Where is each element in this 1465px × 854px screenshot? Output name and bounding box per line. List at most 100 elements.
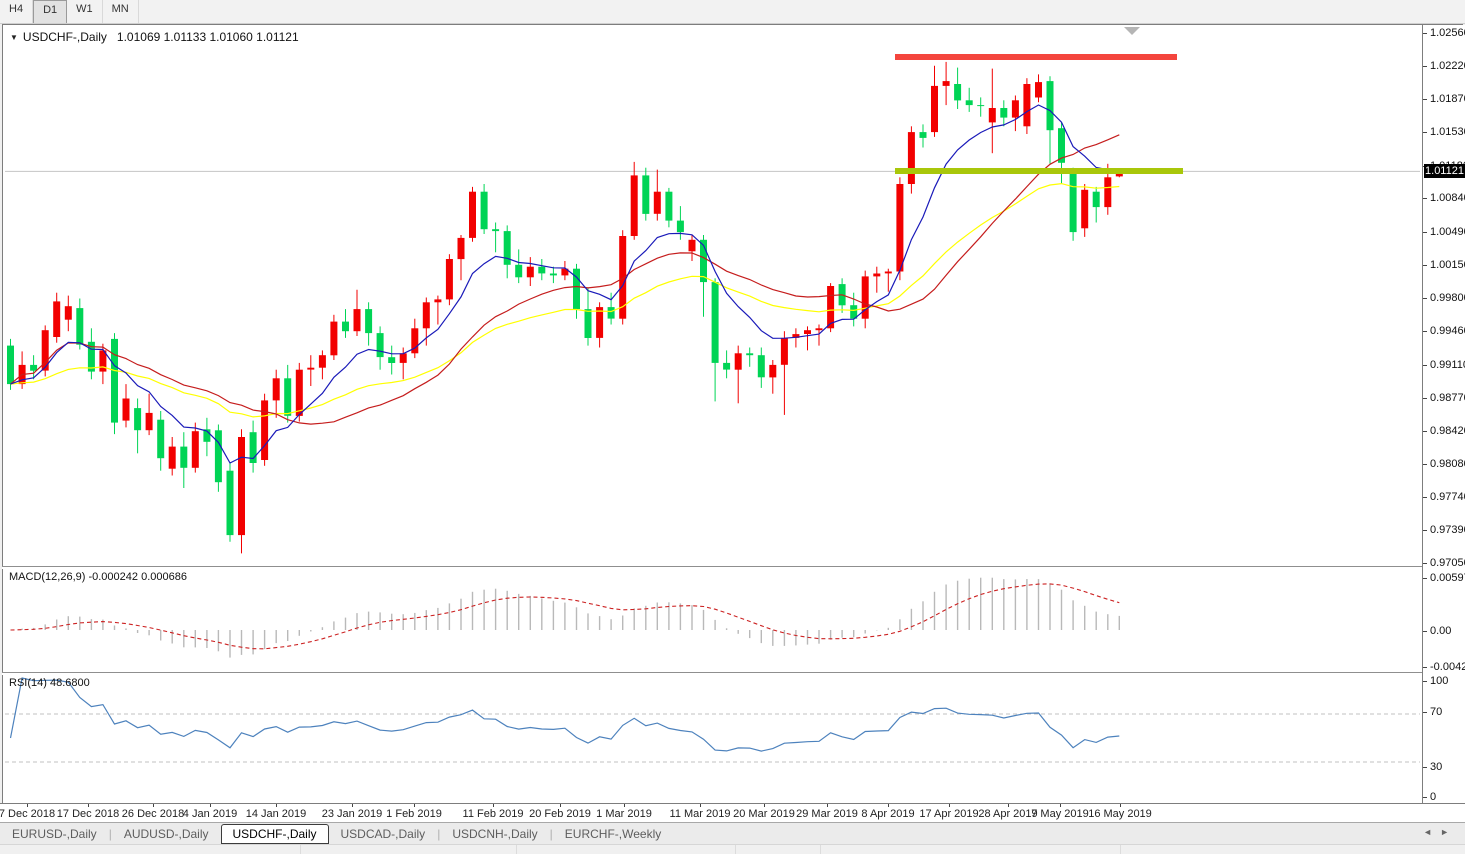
chart-tab-eurchf-weekly[interactable]: EURCHF-,Weekly — [553, 825, 673, 843]
status-separator — [1120, 845, 1121, 854]
indicator-tick-label: -0.004243 — [1430, 661, 1465, 673]
status-separator — [735, 845, 736, 854]
date-tick — [493, 804, 494, 807]
date-tick-label: 29 Mar 2019 — [796, 808, 858, 820]
symbol-ohlc-line[interactable]: ▼ USDCHF-,Daily 1.01069 1.01133 1.01060 1… — [10, 30, 299, 44]
date-tick — [352, 804, 353, 807]
indicator-tick — [1423, 712, 1427, 713]
date-tick-label: 16 May 2019 — [1088, 808, 1152, 820]
indicator-tick — [1423, 631, 1427, 632]
chart-tab-usdchf-daily[interactable]: USDCHF-,Daily — [220, 824, 329, 844]
price-tick-label: 0.97390 — [1430, 524, 1465, 536]
price-tick — [1423, 365, 1427, 366]
current-price-box: 1.01121 — [1424, 164, 1465, 178]
price-tick-label: 1.01870 — [1430, 93, 1465, 105]
price-tick-label: 1.02560 — [1430, 27, 1465, 39]
price-tick-label: 0.98420 — [1430, 425, 1465, 437]
timeframe-button-mn[interactable]: MN — [103, 0, 139, 23]
indicator-tick-label: 0.00597 — [1430, 572, 1465, 584]
date-axis[interactable]: 7 Dec 2018 17 Dec 2018 26 Dec 2018 4 Jan 20… — [0, 803, 1465, 823]
date-tick — [764, 804, 765, 807]
status-separator — [820, 845, 821, 854]
price-tick — [1423, 563, 1427, 564]
chart-tab-eurusd-daily[interactable]: EURUSD-,Daily — [0, 825, 109, 843]
date-tick-label: 20 Mar 2019 — [733, 808, 795, 820]
price-tick-label: 1.01530 — [1430, 126, 1465, 138]
price-tick-label: 1.00490 — [1430, 226, 1465, 238]
indicator-tick — [1423, 578, 1427, 579]
timeframe-button-h4[interactable]: H4 — [0, 0, 34, 23]
price-tick-label: 0.99110 — [1430, 359, 1465, 371]
price-tick — [1423, 99, 1427, 100]
price-tick — [1423, 331, 1427, 332]
date-tick — [153, 804, 154, 807]
indicator-tick — [1423, 681, 1427, 682]
price-tick — [1423, 198, 1427, 199]
chevron-down-icon[interactable]: ▼ — [10, 33, 18, 42]
price-tick-label: 0.97740 — [1430, 491, 1465, 503]
date-tick-label: 7 Dec 2018 — [0, 808, 56, 820]
status-separator — [516, 845, 517, 854]
price-tick — [1423, 431, 1427, 432]
date-tick — [827, 804, 828, 807]
date-tick — [1060, 804, 1061, 807]
indicator-tick — [1423, 767, 1427, 768]
main-price-chart[interactable] — [5, 25, 1420, 567]
indicator-tick-label: 0.00 — [1430, 625, 1452, 637]
date-tick-label: 28 Apr 2019 — [978, 808, 1038, 820]
indicator-tick-label: 0 — [1430, 791, 1437, 803]
date-tick-label: 1 Mar 2019 — [596, 808, 652, 820]
mt4-window: H4 D1 W1 MN ▼ USDCHF-,Daily 1.01069 1.011… — [0, 0, 1465, 854]
date-tick — [1008, 804, 1009, 807]
timeframe-toolbar: H4 D1 W1 MN — [0, 0, 1465, 24]
price-tick — [1423, 66, 1427, 67]
price-tick-label: 0.99460 — [1430, 325, 1465, 337]
date-tick-label: 14 Jan 2019 — [245, 808, 307, 820]
price-tick-label: 0.98770 — [1430, 392, 1465, 404]
scroll-to-end-icon[interactable] — [1124, 27, 1140, 35]
indicator-tick — [1423, 797, 1427, 798]
macd-label: MACD(12,26,9) -0.000242 0.000686 — [9, 571, 187, 583]
chart-tab-audusd-daily[interactable]: AUDUSD-,Daily — [112, 825, 221, 843]
date-tick-label: 8 Apr 2019 — [861, 808, 915, 820]
date-tick-label: 11 Mar 2019 — [669, 808, 731, 820]
date-tick — [1120, 804, 1121, 807]
macd-pane[interactable] — [5, 568, 1420, 672]
chart-tab-usdcad-daily[interactable]: USDCAD-,Daily — [329, 825, 438, 843]
date-tick-label: 20 Feb 2019 — [529, 808, 591, 820]
chart-tab-bar: EURUSD-,Daily | AUDUSD-,Daily USDCHF-,Daily… — [0, 822, 1465, 845]
date-tick — [276, 804, 277, 807]
indicator-tick-label: 30 — [1430, 761, 1443, 773]
chart-tab-usdcnh-daily[interactable]: USDCNH-,Daily — [440, 825, 549, 843]
tab-scroll-left-icon[interactable]: ◄ — [1423, 827, 1440, 837]
price-tick-label: 1.02220 — [1430, 60, 1465, 72]
date-tick-label: 23 Jan 2019 — [321, 808, 383, 820]
rsi-label: RSI(14) 48.6800 — [9, 677, 90, 689]
date-tick-label: 17 Dec 2018 — [56, 808, 120, 820]
date-tick-label: 4 Jan 2019 — [182, 808, 238, 820]
price-tick-label: 0.98080 — [1430, 458, 1465, 470]
indicator-tick-label: 70 — [1430, 706, 1443, 718]
price-tick-label: 0.99800 — [1430, 292, 1465, 304]
price-tick — [1423, 33, 1427, 34]
date-tick — [624, 804, 625, 807]
price-tick — [1423, 265, 1427, 266]
rsi-pane[interactable] — [5, 674, 1420, 803]
timeframe-button-d1[interactable]: D1 — [33, 0, 68, 23]
price-tick-label: 0.97050 — [1430, 557, 1465, 569]
date-tick-label: 11 Feb 2019 — [462, 808, 524, 820]
symbol-ohlc-text: USDCHF-,Daily 1.01069 1.01133 1.01060 1.… — [22, 30, 299, 44]
price-axis[interactable]: 1.025601.022201.018701.015301.011801.008… — [1423, 25, 1465, 804]
price-tick-label: 1.00150 — [1430, 259, 1465, 271]
date-tick — [700, 804, 701, 807]
date-tick — [210, 804, 211, 807]
price-tick — [1423, 530, 1427, 531]
date-tick-label: 7 May 2019 — [1031, 808, 1089, 820]
indicator-tick — [1423, 667, 1427, 668]
price-tick — [1423, 132, 1427, 133]
date-tick — [888, 804, 889, 807]
date-tick — [88, 804, 89, 807]
tab-scroll-right-icon[interactable]: ► — [1440, 827, 1457, 837]
date-tick — [27, 804, 28, 807]
timeframe-button-w1[interactable]: W1 — [67, 0, 103, 23]
